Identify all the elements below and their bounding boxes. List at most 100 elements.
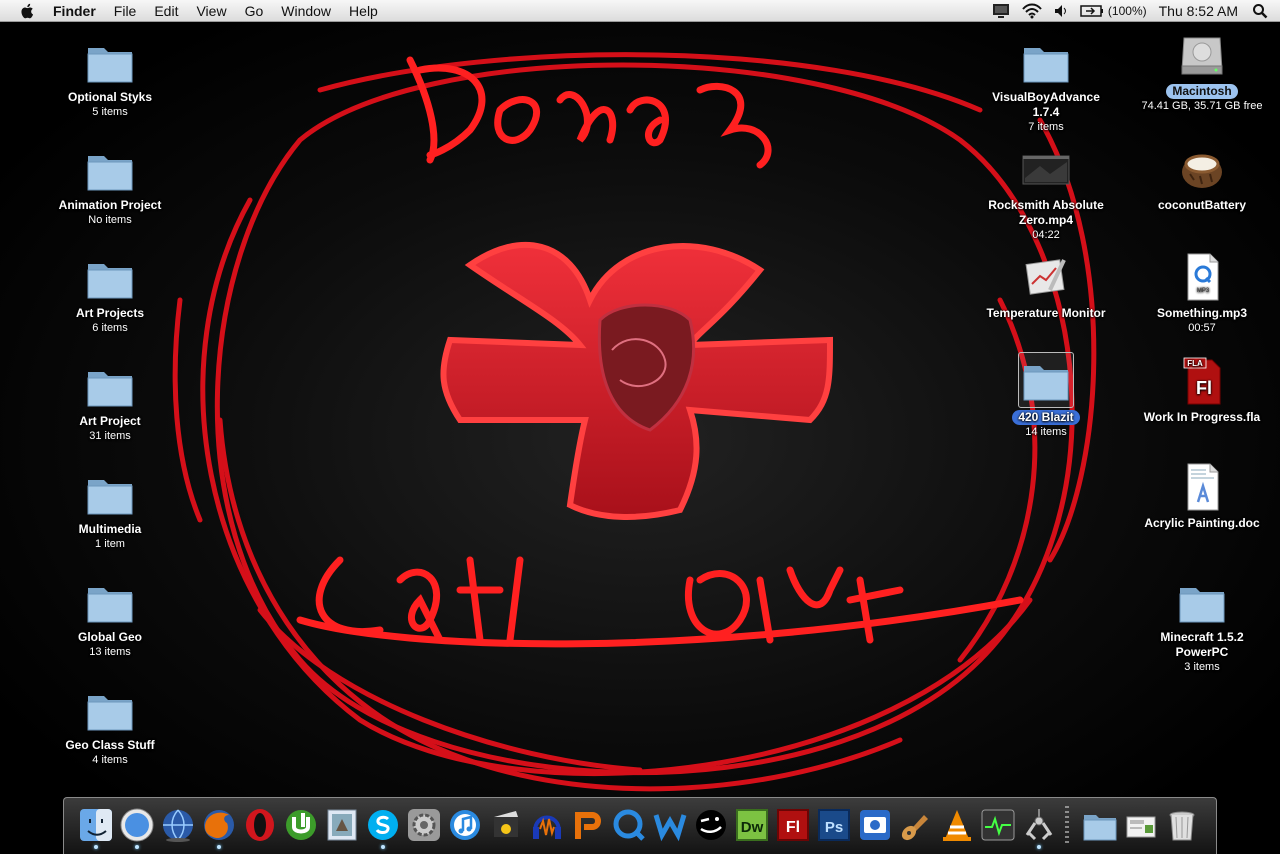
icon-label-line1: Minecraft 1.5.2	[1160, 630, 1244, 644]
itunes-icon[interactable]	[447, 807, 483, 843]
photoshop-icon[interactable]: Ps	[816, 807, 852, 843]
photo-booth-icon[interactable]	[857, 807, 893, 843]
icon-info: 00:57	[1188, 322, 1216, 334]
desktop-folder-420-blazit[interactable]: 420 Blazit 14 items	[966, 352, 1126, 439]
icon-label: Geo Class Stuff	[65, 738, 155, 752]
icon-info: 1 item	[95, 538, 125, 550]
imovie-icon[interactable]	[488, 807, 524, 843]
activity-monitor-icon[interactable]	[980, 807, 1016, 843]
running-indicator	[135, 845, 139, 849]
apple-menu-icon[interactable]	[19, 2, 37, 20]
system-preferences-icon[interactable]	[406, 807, 442, 843]
desktop-folder-minecraft[interactable]: Minecraft 1.5.2 PowerPC 3 items	[1122, 576, 1280, 674]
icon-info: 5 items	[92, 106, 128, 118]
icon-label: 420 Blazit	[1012, 410, 1080, 425]
desktop-file-work-in-progress-fla[interactable]: FLA Fl Work In Progress.fla	[1122, 356, 1280, 426]
face-app-icon[interactable]	[693, 807, 729, 843]
icon-label: Macintosh	[1166, 84, 1238, 99]
firefox-icon[interactable]	[201, 807, 237, 843]
desktop-app-coconutbattery[interactable]: coconutBattery	[1122, 144, 1280, 214]
desktop-file-something-mp3[interactable]: MP3 Something.mp3 00:57	[1122, 252, 1280, 335]
desktop-folder-visualboyadvance[interactable]: VisualBoyAdvance 1.7.4 7 items	[966, 36, 1126, 134]
trash-icon[interactable]	[1164, 807, 1200, 843]
menu-clock[interactable]: Thu 8:52 AM	[1159, 3, 1238, 19]
menu-go[interactable]: Go	[245, 3, 264, 19]
status-area: (100%) Thu 8:52 AM	[992, 0, 1280, 22]
icon-label: Temperature Monitor	[986, 306, 1106, 320]
icon-info: 04:22	[1032, 229, 1060, 241]
skype-icon[interactable]	[365, 807, 401, 843]
selection-highlight	[1018, 352, 1074, 408]
network-globe-icon[interactable]	[160, 807, 196, 843]
flash-icon[interactable]: Fl	[775, 807, 811, 843]
folder-icon	[1023, 48, 1069, 83]
icon-label-line2: 1.7.4	[1032, 105, 1060, 119]
dreamweaver-glyph: Dw	[741, 819, 764, 836]
desktop-folder-geo-class-stuff[interactable]: Geo Class Stuff 4 items	[30, 684, 190, 767]
audacity-icon[interactable]	[529, 807, 565, 843]
icon-info: 74.41 GB, 35.71 GB free	[1141, 100, 1263, 112]
display-icon[interactable]	[992, 3, 1010, 19]
menu-window[interactable]: Window	[281, 3, 331, 19]
document-file-icon	[1187, 463, 1219, 511]
desktop-folder-animation-project[interactable]: Animation Project No items	[30, 144, 190, 227]
opera-icon[interactable]	[242, 807, 278, 843]
icon-label: Work In Progress.fla	[1143, 410, 1261, 424]
video-thumbnail-icon	[1022, 155, 1070, 185]
coconut-icon	[1182, 154, 1222, 188]
desktop-folder-global-geo[interactable]: Global Geo 13 items	[30, 576, 190, 659]
menu-app-finder[interactable]: Finder	[53, 3, 96, 19]
battery-percent: (100%)	[1107, 3, 1147, 18]
folder-icon	[87, 156, 133, 191]
folder-icon	[87, 264, 133, 299]
running-indicator	[217, 845, 221, 849]
folder-icon	[87, 48, 133, 83]
grab-icon[interactable]	[1021, 807, 1057, 843]
desktop-folder-art-project[interactable]: Art Project 31 items	[30, 360, 190, 443]
icon-label: Art Project	[79, 414, 141, 428]
running-indicator	[1037, 845, 1041, 849]
desktop-folder-optional-styks[interactable]: Optional Styks 5 items	[30, 36, 190, 119]
folder-icon	[87, 588, 133, 623]
desktop-file-rocksmith-video[interactable]: Rocksmith Absolute Zero.mp4 04:22	[966, 144, 1126, 242]
battery-status[interactable]: (100%)	[1080, 4, 1147, 18]
icon-info: 6 items	[92, 322, 128, 334]
menu-edit[interactable]: Edit	[154, 3, 178, 19]
safari-icon[interactable]	[119, 807, 155, 843]
desktop-folder-art-projects[interactable]: Art Projects 6 items	[30, 252, 190, 335]
temperature-monitor-icon	[1025, 259, 1066, 295]
p-app-icon[interactable]	[570, 807, 606, 843]
icon-label-line2: Zero.mp4	[1018, 213, 1073, 227]
flash-file-icon: FLA Fl	[1183, 357, 1221, 405]
icon-info: 3 items	[1184, 661, 1220, 673]
flash-glyph: Fl	[786, 819, 800, 836]
desktop-file-acrylic-painting-doc[interactable]: Acrylic Painting.doc	[1122, 462, 1280, 532]
desktop-folder-multimedia[interactable]: Multimedia 1 item	[30, 468, 190, 551]
quicktime-icon[interactable]	[611, 807, 647, 843]
volume-icon[interactable]	[1054, 4, 1068, 18]
desktop-app-temperature-monitor[interactable]: Temperature Monitor	[966, 252, 1126, 322]
spotlight-icon[interactable]	[1252, 3, 1268, 19]
preview-icon[interactable]	[324, 807, 360, 843]
icon-info: 14 items	[1025, 426, 1067, 438]
fla-badge-text: FLA	[1187, 359, 1203, 368]
icon-label: Multimedia	[78, 522, 142, 536]
finder-icon[interactable]	[78, 807, 114, 843]
mp3-file-tag: MP3	[1197, 288, 1210, 294]
applications-folder-icon[interactable]	[1082, 807, 1118, 843]
garageband-icon[interactable]	[898, 807, 934, 843]
menu-view[interactable]: View	[196, 3, 226, 19]
vlc-icon[interactable]	[939, 807, 975, 843]
fla-glyph-text: Fl	[1196, 378, 1212, 398]
desktop-disk-macintosh[interactable]: Macintosh 74.41 GB, 35.71 GB free	[1122, 30, 1280, 113]
icon-label: Art Projects	[75, 306, 145, 320]
icon-label: Something.mp3	[1156, 306, 1247, 320]
downloads-icon[interactable]	[1123, 807, 1159, 843]
menu-file[interactable]: File	[114, 3, 137, 19]
icon-label: VisualBoyAdvance 1.7.4	[986, 90, 1106, 120]
w-app-icon[interactable]	[652, 807, 688, 843]
utorrent-icon[interactable]	[283, 807, 319, 843]
dreamweaver-icon[interactable]: Dw	[734, 807, 770, 843]
wifi-icon[interactable]	[1022, 3, 1042, 19]
menu-help[interactable]: Help	[349, 3, 378, 19]
